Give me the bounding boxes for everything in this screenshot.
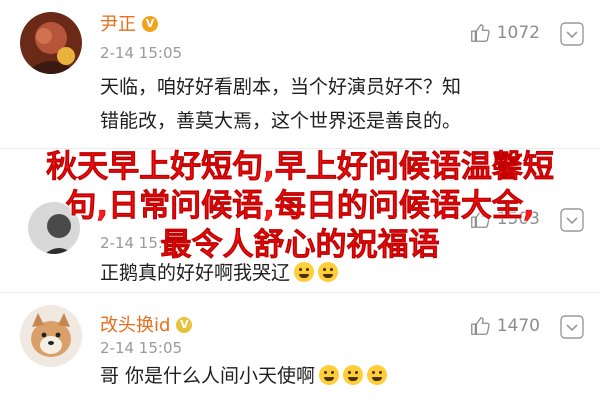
timestamp: 2-14 15:05 bbox=[100, 339, 183, 357]
expand-button[interactable] bbox=[560, 315, 584, 339]
crying-emoji-icon bbox=[319, 364, 340, 385]
crying-emoji-icon bbox=[343, 364, 364, 385]
chevron-down-icon bbox=[560, 208, 584, 232]
verified-badge-icon bbox=[142, 16, 158, 32]
divider bbox=[0, 148, 600, 149]
crying-emoji-icon bbox=[367, 364, 388, 385]
timestamp: 2-14 15:05 bbox=[100, 44, 183, 62]
comment-1: 尹正 2-14 15:05 1072 天临，咱好好看剧本，当个好演员好不？知 错… bbox=[0, 0, 600, 145]
like-count: 1503 bbox=[496, 209, 540, 229]
comment-3: 改头换id 2-14 15:05 1470 哥 你是什么人间小天使啊 bbox=[0, 293, 600, 400]
chevron-down-icon bbox=[560, 22, 584, 46]
comment-text-line-2: 错能改，善莫大焉，这个世界还是善良的。 bbox=[100, 110, 462, 132]
verified-badge-icon bbox=[176, 317, 193, 333]
expand-button[interactable] bbox=[560, 208, 584, 232]
comment-text: 哥 你是什么人间小天使啊 bbox=[100, 357, 388, 395]
avatar[interactable] bbox=[20, 305, 82, 367]
comment-2: 2-14 15:05 1503 正鹅真的好好啊我哭辽 bbox=[0, 150, 600, 290]
thumbs-up-icon bbox=[469, 22, 491, 44]
comment-text-line-1: 哥 你是什么人间小天使啊 bbox=[100, 365, 316, 387]
comment-text-line-1: 天临，咱好好看剧本，当个好演员好不？知 bbox=[100, 76, 462, 98]
thumbs-up-icon bbox=[469, 208, 491, 230]
crying-emoji-icon bbox=[318, 261, 339, 282]
avatar[interactable] bbox=[20, 12, 82, 74]
like-button[interactable]: 1470 bbox=[469, 315, 540, 337]
like-count: 1470 bbox=[496, 316, 540, 336]
username-text[interactable]: 尹正 bbox=[100, 14, 136, 35]
like-button[interactable]: 1072 bbox=[469, 22, 540, 44]
avatar[interactable] bbox=[28, 202, 80, 254]
crying-emoji-icon bbox=[294, 261, 315, 282]
username-text[interactable]: 改头换id bbox=[100, 315, 170, 336]
like-button[interactable]: 1503 bbox=[469, 208, 540, 230]
thumbs-up-icon bbox=[469, 315, 491, 337]
username[interactable]: 改头换id bbox=[100, 315, 193, 337]
timestamp: 2-14 15:05 bbox=[100, 234, 183, 252]
comment-text-line-1: 正鹅真的好好啊我哭辽 bbox=[100, 262, 291, 284]
comment-text: 正鹅真的好好啊我哭辽 bbox=[100, 254, 339, 292]
chevron-down-icon bbox=[560, 315, 584, 339]
username[interactable]: 尹正 bbox=[100, 14, 158, 36]
like-count: 1072 bbox=[496, 23, 540, 43]
expand-button[interactable] bbox=[560, 22, 584, 46]
